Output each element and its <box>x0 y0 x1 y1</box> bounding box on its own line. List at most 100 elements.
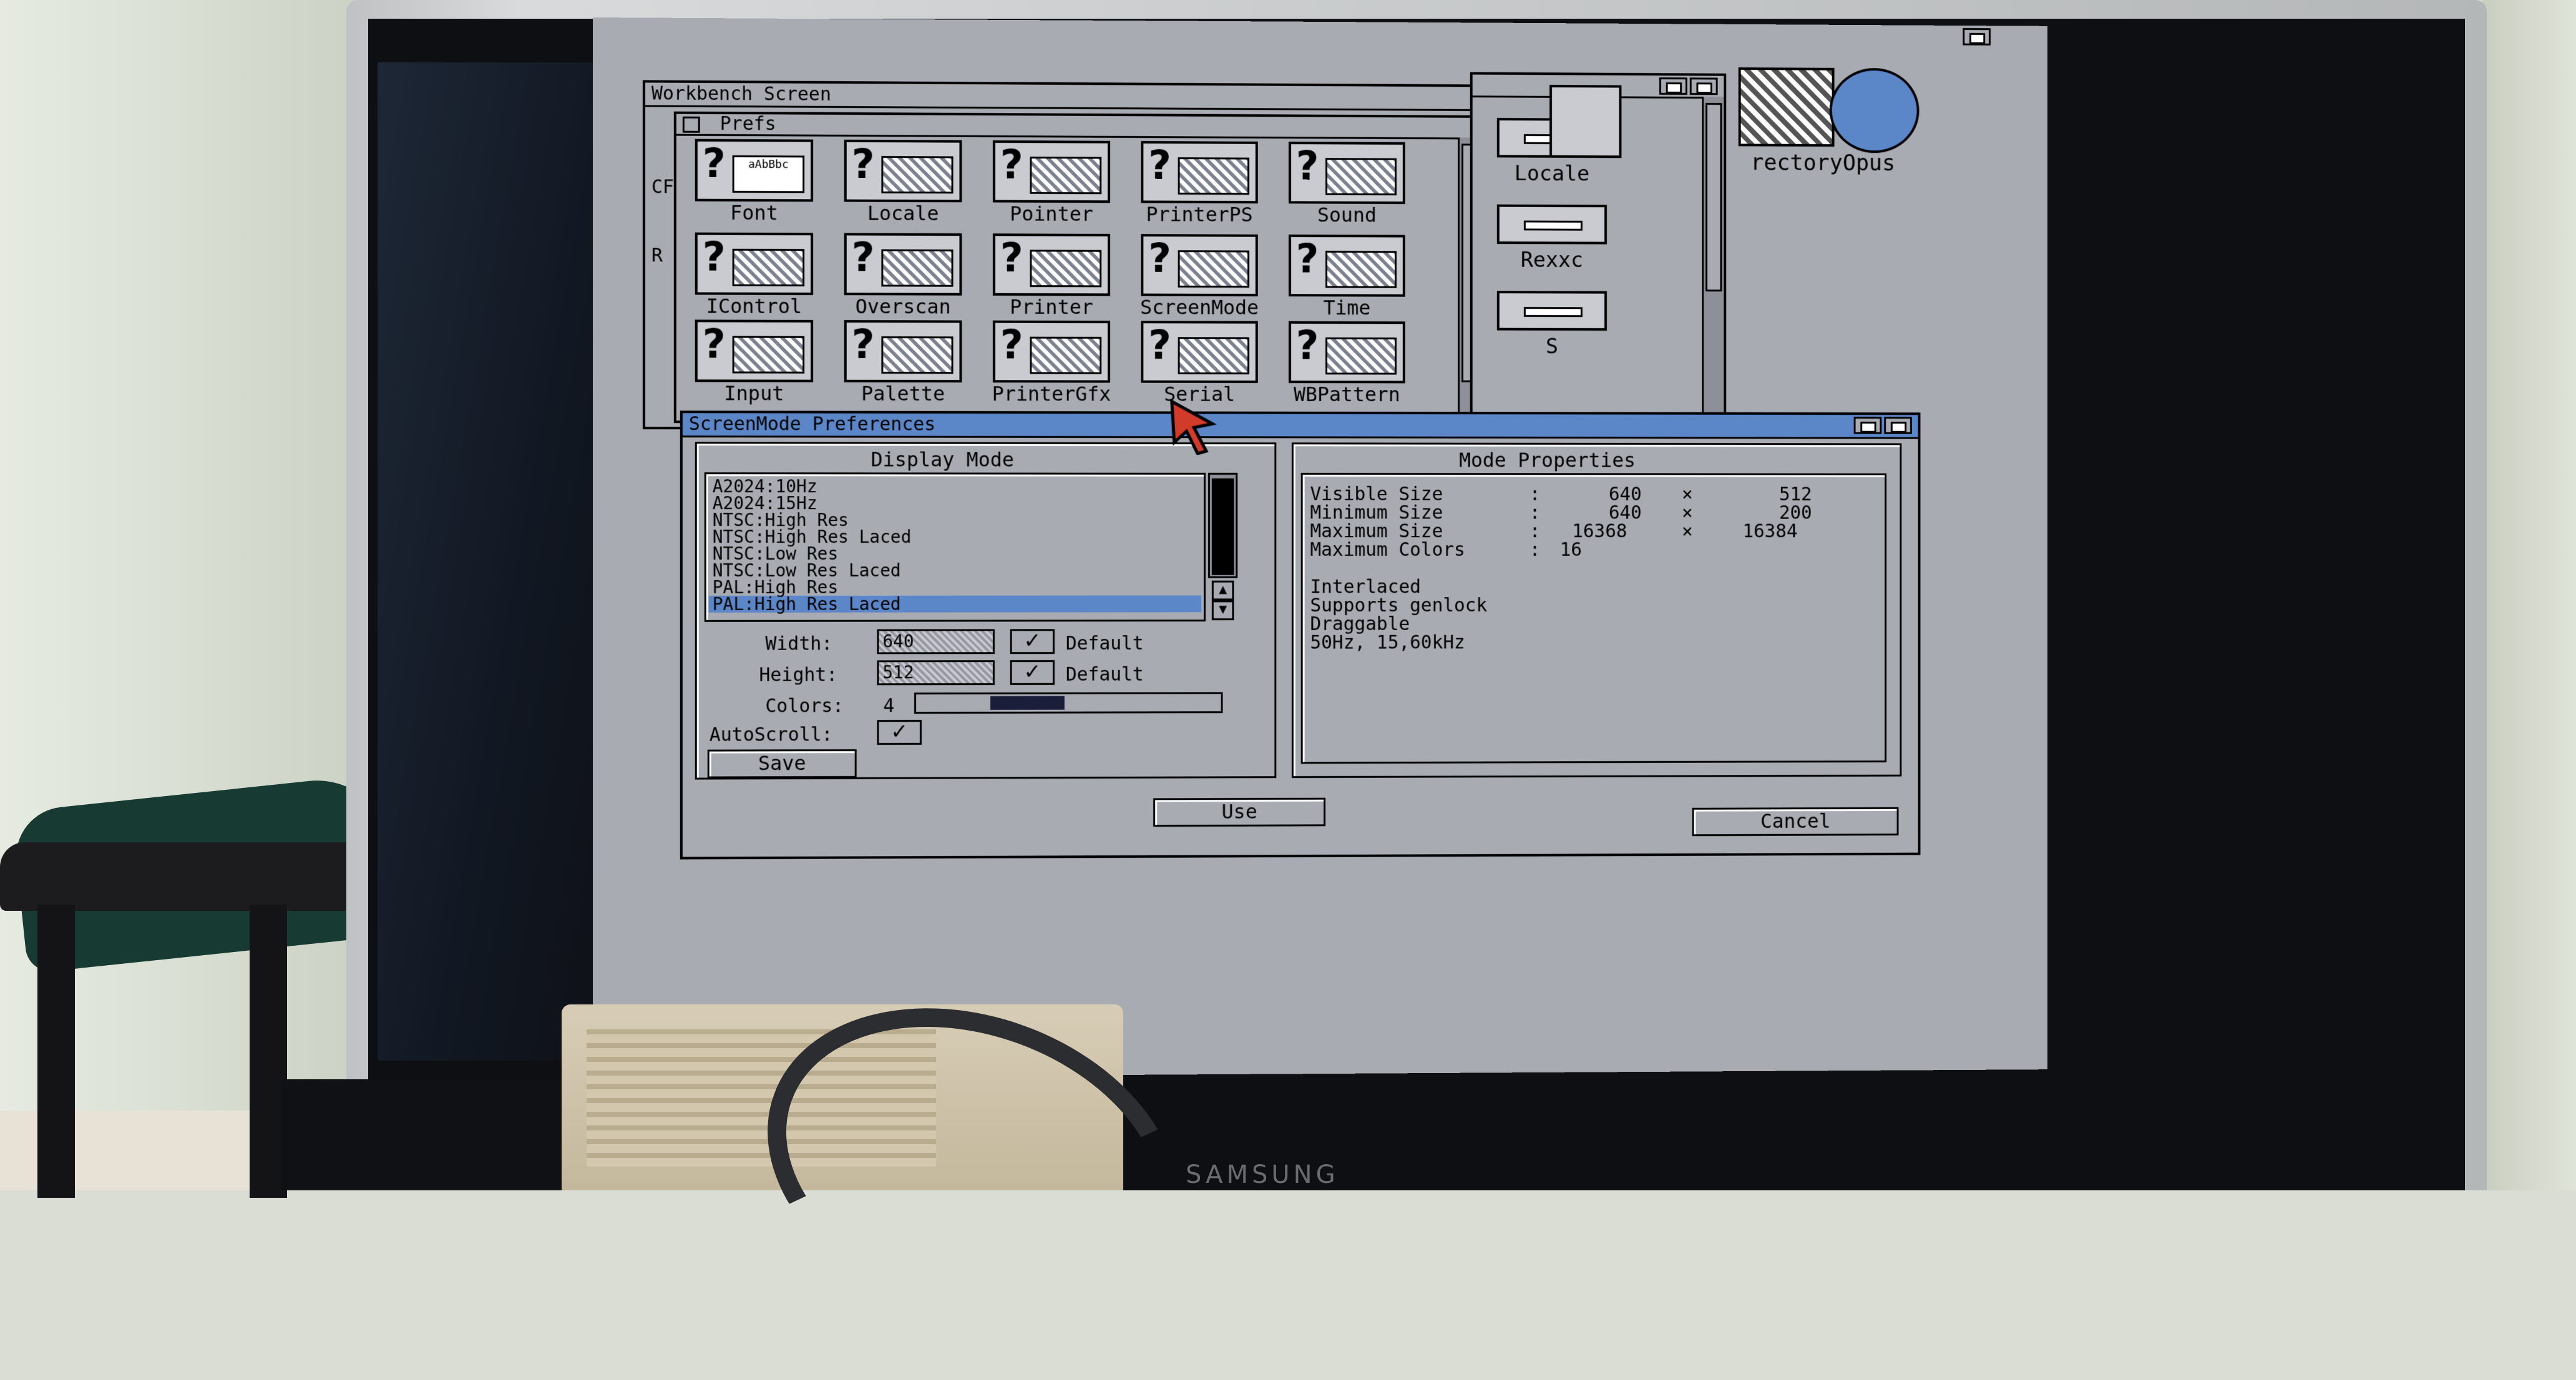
question-mark-icon: ? <box>1295 236 1319 283</box>
overscan-prefs-icon: ? <box>844 233 962 296</box>
screenmode-titlebar[interactable]: ScreenMode Preferences <box>682 413 1918 439</box>
display-mode-item[interactable]: NTSC:Low Res <box>709 543 1201 564</box>
screenmode-depth-gadget[interactable] <box>1884 417 1912 434</box>
maximum-size-times: × <box>1682 520 1693 543</box>
prefs-icon-input[interactable]: ? Input <box>683 319 826 413</box>
width-field[interactable]: 640 <box>877 629 995 654</box>
monitor-brand: SAMSUNG <box>1186 1160 1339 1189</box>
prefs-icon-sound[interactable]: ? Sound <box>1276 142 1417 235</box>
workbench-partial-label: CF <box>651 176 674 198</box>
mode-properties-group: Mode Properties Visible Size : 640 × 512… <box>1291 442 1902 779</box>
use-button[interactable]: Use <box>1153 797 1326 827</box>
drawer-label: Locale <box>1514 161 1590 187</box>
mode-flag: 50Hz, 15,60kHz <box>1310 631 1465 654</box>
prefs-art <box>1178 157 1249 195</box>
mode-list-vscroll[interactable] <box>1208 472 1238 578</box>
workbench-title: Workbench Screen <box>651 82 831 105</box>
prefs-icon-label: Pointer <box>1010 202 1093 226</box>
prefs-art <box>1030 336 1102 374</box>
prefs-art <box>732 248 805 286</box>
mode-list-down-arrow-icon[interactable]: ▼ <box>1211 600 1234 621</box>
prefs-icon-label: WBPattern <box>1294 382 1400 407</box>
drawer-scroll-knob[interactable] <box>1705 102 1722 292</box>
cancel-button[interactable]: Cancel <box>1692 807 1899 837</box>
prefs-icon-pointer[interactable]: ? Pointer <box>980 140 1123 234</box>
workbench-titlebar[interactable]: Workbench Screen <box>645 82 1566 112</box>
display-mode-header: Display Mode <box>871 447 1014 472</box>
sound-prefs-icon: ? <box>1289 142 1405 205</box>
prefs-art <box>1325 158 1397 196</box>
prefs-icon-palette[interactable]: ? Palette <box>832 320 974 414</box>
drawer-depth-gadget[interactable] <box>1689 77 1718 95</box>
width-default-checkbox[interactable]: ✓ <box>1010 628 1055 654</box>
display-mode-list-rows: A2024:10Hz A2024:15Hz NTSC:High Res NTSC:Hi… <box>708 476 1202 615</box>
prefs-icon-label: PrinterGfx <box>992 382 1111 406</box>
height-default-checkbox[interactable]: ✓ <box>1010 659 1055 685</box>
display-mode-list[interactable]: A2024:10Hz A2024:15Hz NTSC:High Res NTSC:Hi… <box>704 472 1206 622</box>
amiga-screen: Workbench Screen CF R Prefs ? aAbBbc Font?… <box>593 17 2047 1078</box>
opus-gear-icon <box>1829 67 1920 153</box>
prefs-icon-icontrol[interactable]: ? IControl <box>683 232 826 326</box>
prefs-icon-printergfx[interactable]: ? PrinterGfx <box>980 320 1123 414</box>
input-prefs-icon: ? <box>695 319 814 382</box>
prefs-titlebar[interactable]: Prefs <box>676 112 1480 140</box>
prefs-art <box>1178 250 1249 288</box>
prefs-close-gadget[interactable] <box>682 116 700 133</box>
maximum-colors-label: Maximum Colors <box>1310 539 1465 561</box>
maximum-colors-sep: : <box>1529 539 1541 561</box>
prefs-art <box>1030 250 1102 288</box>
mode-list-scroll-knob[interactable] <box>1211 478 1234 575</box>
screen-depth-gadget[interactable] <box>1963 27 1991 46</box>
autoscroll-checkbox[interactable]: ✓ <box>877 719 922 745</box>
directoryopus-icon[interactable]: rectoryOpus <box>1738 67 1957 176</box>
prefs-icon-locale[interactable]: ? Locale <box>832 139 974 233</box>
drawer-zoom-gadget[interactable] <box>1659 77 1687 95</box>
display-mode-item[interactable]: NTSC:High Res Laced <box>709 527 1201 547</box>
opus-disk-icon <box>1738 67 1835 147</box>
prefs-icon-overscan[interactable]: ? Overscan <box>832 233 974 326</box>
question-mark-icon: ? <box>1000 235 1023 282</box>
drawer-vscroll[interactable] <box>1702 97 1724 416</box>
prefs-icon-label: Printer <box>1010 294 1093 319</box>
prefs-icon-label: IControl <box>706 294 803 318</box>
prefs-icon-printer[interactable]: ? Printer <box>980 233 1123 327</box>
printerps-prefs-icon: ? <box>1141 141 1258 204</box>
display-mode-item-selected[interactable]: PAL:High Res Laced <box>708 594 1202 615</box>
screenmode-window: ScreenMode Preferences Display Mode A202… <box>680 411 1921 860</box>
prefs-title: Prefs <box>720 112 776 135</box>
icontrol-prefs-icon: ? <box>695 232 814 296</box>
disk-icon[interactable] <box>1549 85 1622 158</box>
prefs-icon-screenmode[interactable]: ? ScreenMode <box>1129 234 1271 328</box>
pointer-prefs-icon: ? <box>992 140 1110 203</box>
prefs-icon-wbpattern[interactable]: ? WBPattern <box>1276 321 1417 414</box>
mode-properties-box: Visible Size : 640 × 512 Minimum Size : … <box>1300 472 1887 764</box>
prefs-icon-label: PrinterPS <box>1146 202 1253 226</box>
height-field[interactable]: 512 <box>877 660 995 686</box>
prefs-icon-time[interactable]: ? Time <box>1276 234 1417 328</box>
room-wall-right <box>2482 0 2576 1190</box>
display-mode-group: Display Mode A2024:10Hz A2024:15Hz NTSC:Hi… <box>695 442 1277 780</box>
mode-properties-header: Mode Properties <box>1459 448 1636 472</box>
display-mode-item[interactable]: NTSC:Low Res Laced <box>709 560 1201 581</box>
save-button[interactable]: Save <box>707 749 857 779</box>
mode-list-up-arrow-icon[interactable]: ▲ <box>1211 580 1234 601</box>
prefs-art <box>881 249 954 287</box>
question-mark-icon: ? <box>851 235 875 281</box>
prefs-icon-label: Overscan <box>855 294 951 319</box>
locale-prefs-icon: ? <box>844 139 962 203</box>
colors-slider[interactable] <box>914 692 1223 714</box>
maximum-colors-value: 16 <box>1559 539 1583 561</box>
prefs-icon-font[interactable]: ? aAbBbc Font <box>683 138 826 233</box>
colors-slider-knob[interactable] <box>990 696 1065 710</box>
stool-leg <box>37 905 75 1198</box>
prefs-icon-printerps[interactable]: ? PrinterPS <box>1129 141 1271 235</box>
screenmode-zoom-gadget[interactable] <box>1853 417 1882 434</box>
question-mark-icon: ? <box>702 140 726 187</box>
serial-prefs-icon: ? <box>1141 321 1258 383</box>
drawer-label: Rexxc <box>1520 248 1584 273</box>
question-mark-icon: ? <box>1000 142 1023 188</box>
display-mode-item[interactable]: PAL:High Res <box>709 577 1201 598</box>
drawer-s-icon[interactable] <box>1496 291 1607 331</box>
height-default-label: Default <box>1065 663 1144 686</box>
drawer-rexxc-icon[interactable] <box>1496 204 1607 245</box>
